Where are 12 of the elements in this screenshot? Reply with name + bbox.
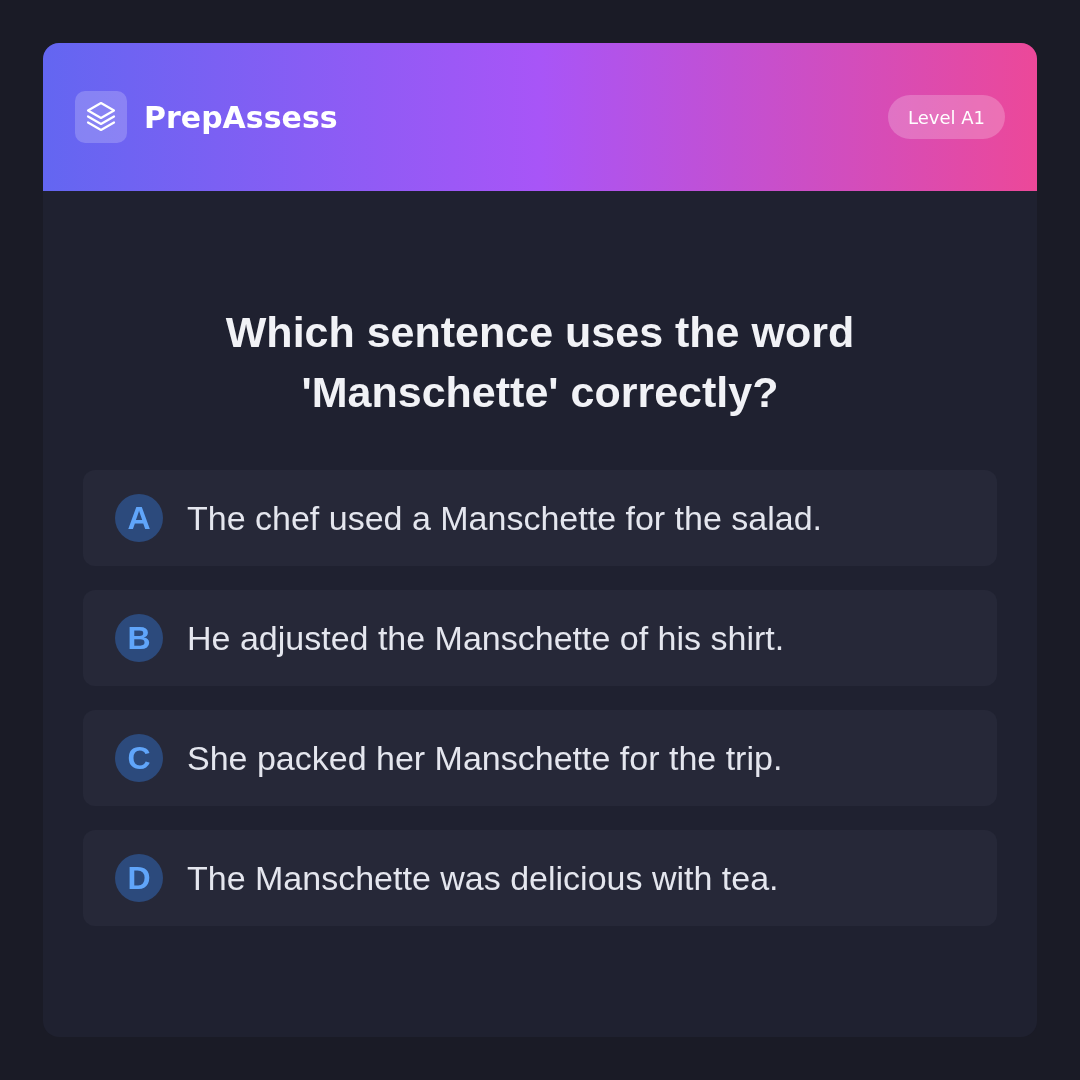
question-text: Which sentence uses the word 'Manschette' correctly? — [224, 307, 856, 418]
answer-option[interactable]: B He adjusted the Manschette of his shirt. — [83, 590, 997, 686]
brand-name: PrepAssess — [144, 99, 338, 135]
answer-option[interactable]: D The Manschette was delicious with tea. — [83, 830, 997, 926]
answer-option[interactable]: C She packed her Manschette for the trip. — [83, 710, 997, 806]
option-letter: B — [115, 614, 163, 662]
level-badge: Level A1 — [888, 95, 1005, 139]
answer-option[interactable]: A The chef used a Manschette for the salad. — [83, 470, 997, 566]
option-letter: A — [115, 494, 163, 542]
layers-icon — [75, 91, 127, 143]
option-letter: C — [115, 734, 163, 782]
option-letter: D — [115, 854, 163, 902]
